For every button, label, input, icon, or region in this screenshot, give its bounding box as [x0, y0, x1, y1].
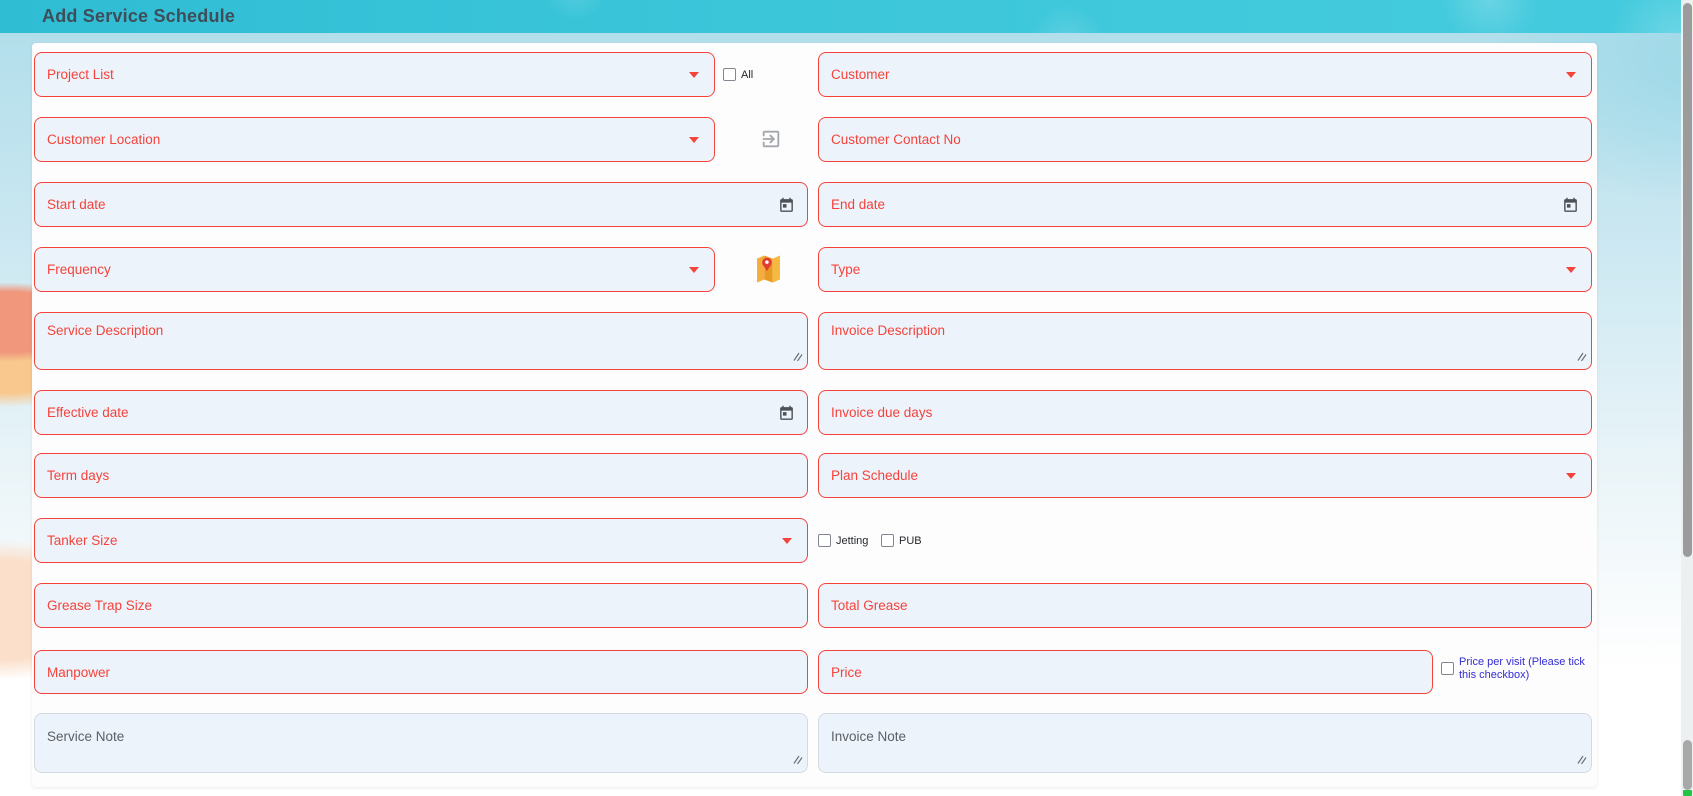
- tanker-size-select[interactable]: Tanker Size: [34, 518, 808, 563]
- invoice-due-days-label: Invoice due days: [819, 405, 932, 420]
- project-list-select[interactable]: Project List: [34, 52, 715, 97]
- customer-contact-no-input[interactable]: Customer Contact No: [818, 117, 1592, 162]
- pub-checkbox[interactable]: [881, 534, 894, 547]
- resize-handle-icon[interactable]: [1577, 348, 1587, 366]
- map-pin-icon[interactable]: [756, 253, 781, 284]
- invoice-due-days-input[interactable]: Invoice due days: [818, 390, 1592, 435]
- resize-handle-icon[interactable]: [1577, 751, 1587, 769]
- resize-handle-icon[interactable]: [793, 348, 803, 366]
- invoice-description-textarea[interactable]: Invoice Description: [818, 312, 1592, 370]
- calendar-icon[interactable]: [778, 197, 795, 214]
- plan-schedule-label: Plan Schedule: [819, 468, 918, 483]
- scrollbar-thumb[interactable]: [1683, 3, 1692, 557]
- term-days-input[interactable]: Term days: [34, 453, 808, 498]
- effective-date-input[interactable]: Effective date: [34, 390, 808, 435]
- price-per-visit-checkbox-label: Price per visit (Please tick this checkb…: [1459, 656, 1595, 682]
- price-per-visit-checkbox[interactable]: [1441, 662, 1454, 675]
- chevron-down-icon[interactable]: [782, 538, 792, 544]
- green-indicator: [1683, 790, 1692, 796]
- grease-trap-size-input[interactable]: Grease Trap Size: [34, 583, 808, 628]
- total-grease-label: Total Grease: [819, 598, 908, 613]
- chevron-down-icon[interactable]: [1566, 473, 1576, 479]
- vertical-scrollbar-track[interactable]: [1681, 0, 1693, 796]
- price-label: Price: [819, 665, 862, 680]
- service-note-label: Service Note: [35, 714, 124, 744]
- frequency-select[interactable]: Frequency: [34, 247, 715, 292]
- invoice-note-textarea[interactable]: Invoice Note: [818, 713, 1592, 773]
- service-description-label: Service Description: [35, 313, 163, 338]
- start-date-label: Start date: [35, 197, 106, 212]
- jetting-checkbox[interactable]: [818, 534, 831, 547]
- plan-schedule-select[interactable]: Plan Schedule: [818, 453, 1592, 498]
- calendar-icon[interactable]: [1562, 197, 1579, 214]
- app-header: Add Service Schedule: [0, 0, 1693, 33]
- start-date-input[interactable]: Start date: [34, 182, 808, 227]
- price-input[interactable]: Price: [818, 650, 1433, 694]
- total-grease-input[interactable]: Total Grease: [818, 583, 1592, 628]
- resize-handle-icon[interactable]: [793, 751, 803, 769]
- frequency-label: Frequency: [35, 262, 111, 277]
- all-checkbox-label: All: [741, 69, 753, 81]
- invoice-note-label: Invoice Note: [819, 714, 906, 744]
- end-date-label: End date: [819, 197, 885, 212]
- type-select[interactable]: Type: [818, 247, 1592, 292]
- customer-location-select[interactable]: Customer Location: [34, 117, 715, 162]
- term-days-label: Term days: [35, 468, 109, 483]
- chevron-down-icon[interactable]: [1566, 267, 1576, 273]
- scrollbar-thumb-secondary[interactable]: [1683, 740, 1692, 790]
- effective-date-label: Effective date: [35, 405, 129, 420]
- project-list-label: Project List: [35, 67, 114, 82]
- service-description-textarea[interactable]: Service Description: [34, 312, 808, 370]
- manpower-label: Manpower: [35, 665, 110, 680]
- manpower-input[interactable]: Manpower: [34, 650, 808, 694]
- chevron-down-icon[interactable]: [689, 267, 699, 273]
- grease-trap-size-label: Grease Trap Size: [35, 598, 152, 613]
- customer-location-label: Customer Location: [35, 132, 160, 147]
- service-note-textarea[interactable]: Service Note: [34, 713, 808, 773]
- exit-to-app-icon[interactable]: [760, 128, 782, 150]
- all-checkbox[interactable]: [723, 68, 736, 81]
- page-title: Add Service Schedule: [42, 0, 235, 33]
- tanker-size-label: Tanker Size: [35, 533, 118, 548]
- jetting-checkbox-label: Jetting: [836, 535, 868, 547]
- chevron-down-icon[interactable]: [1566, 72, 1576, 78]
- customer-label: Customer: [819, 67, 890, 82]
- chevron-down-icon[interactable]: [689, 72, 699, 78]
- pub-checkbox-label: PUB: [899, 535, 922, 547]
- calendar-icon[interactable]: [778, 405, 795, 422]
- end-date-input[interactable]: End date: [818, 182, 1592, 227]
- customer-select[interactable]: Customer: [818, 52, 1592, 97]
- app-screen: Add Service Schedule Project List All Cu…: [0, 0, 1693, 796]
- customer-contact-no-label: Customer Contact No: [819, 132, 961, 147]
- chevron-down-icon[interactable]: [689, 137, 699, 143]
- type-label: Type: [819, 262, 860, 277]
- invoice-description-label: Invoice Description: [819, 313, 945, 338]
